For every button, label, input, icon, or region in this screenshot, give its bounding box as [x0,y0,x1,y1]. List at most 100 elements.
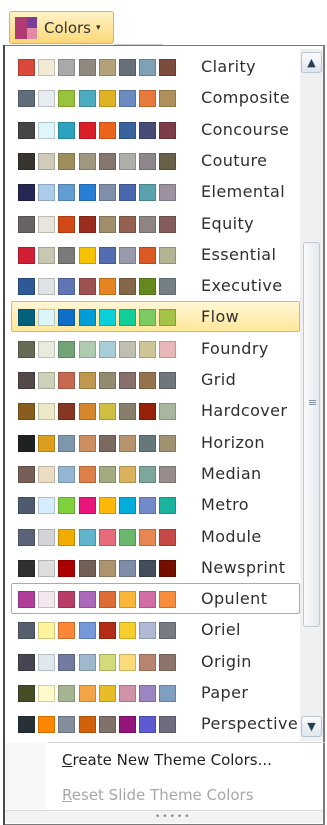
color-swatch [98,497,116,515]
theme-row-metro[interactable]: Metro [11,489,300,520]
theme-row-equity[interactable]: Equity [11,208,300,239]
color-swatch [18,215,35,233]
color-swatch [139,246,157,264]
theme-row-newsprint[interactable]: Newsprint [11,552,300,583]
color-swatch [98,215,116,233]
color-swatch [98,591,116,609]
theme-row-origin[interactable]: Origin [11,646,300,677]
theme-row-hardcover[interactable]: Hardcover [11,395,300,426]
color-swatch [18,497,35,515]
theme-row-perspective[interactable]: Perspective [11,708,300,739]
color-swatch [58,121,76,139]
theme-name: Essential [201,244,277,264]
color-swatch [159,184,177,202]
theme-colors-icon [15,16,37,39]
color-swatch [78,309,96,327]
color-swatch [38,685,56,702]
color-swatch [119,215,136,233]
color-swatch [119,653,136,671]
color-swatch [98,372,116,389]
color-swatch [139,653,157,671]
color-swatch [58,372,76,389]
theme-row-foundry[interactable]: Foundry [11,333,300,364]
color-swatch [119,309,136,327]
color-swatch [18,653,35,671]
color-swatch [78,591,96,609]
color-swatch [18,59,35,76]
theme-row-paper[interactable]: Paper [11,677,300,708]
color-swatch [38,246,56,264]
color-swatch [119,434,136,452]
theme-name: Paper [201,683,249,702]
theme-row-oriel[interactable]: Oriel [11,614,300,645]
color-swatch [78,528,96,546]
theme-row-module[interactable]: Module [11,521,300,552]
menu-icon-gutter [5,743,45,809]
color-swatch [38,716,56,734]
scroll-up-button[interactable]: ▲ [301,52,322,73]
color-swatch [139,434,157,452]
theme-name: Perspective [201,714,299,734]
theme-row-horizon[interactable]: Horizon [11,427,300,458]
color-swatch [18,403,35,421]
theme-name: Flow [201,307,240,327]
color-swatch [98,184,116,202]
color-swatch [78,184,96,202]
color-swatch [139,716,157,734]
color-swatch [38,152,56,170]
color-swatch [98,434,116,452]
theme-row-elemental[interactable]: Elemental [11,176,300,207]
color-swatch [58,622,76,640]
color-swatch [18,309,35,327]
color-swatch [78,246,96,264]
color-swatch [119,528,136,546]
theme-row-concourse[interactable]: Concourse [11,114,300,145]
color-swatch [18,184,35,202]
color-swatch [119,246,136,264]
color-swatch [159,559,177,577]
color-swatch [159,246,177,264]
scroll-down-button[interactable]: ▼ [301,716,322,737]
color-swatch [38,559,56,577]
resize-grip[interactable]: ••••• [5,810,323,823]
color-swatch [159,622,177,640]
theme-name: Composite [201,88,290,108]
color-swatch [58,497,76,515]
thumb-grip-line [309,400,316,401]
theme-row-essential[interactable]: Essential [11,239,300,270]
color-swatch [159,90,177,108]
theme-row-median[interactable]: Median [11,458,300,489]
theme-name: Equity [201,213,254,233]
theme-name: Executive [201,276,283,296]
color-swatch [18,121,35,139]
color-swatch [119,716,136,734]
theme-name: Newsprint [201,557,286,577]
theme-row-composite[interactable]: Composite [11,82,300,113]
color-swatch [119,152,136,170]
color-swatch [139,591,157,609]
colors-button-label: Colors [44,18,91,37]
theme-row-grid[interactable]: Grid [11,364,300,395]
color-swatch [98,90,116,108]
color-swatch [139,90,157,108]
scroll-thumb[interactable] [303,242,320,627]
theme-name: Horizon [201,432,265,452]
gallery-scrollbar[interactable]: ▲ ▼ [300,49,323,741]
color-swatch [139,121,157,139]
theme-name: Concourse [201,119,290,139]
color-swatch [139,497,157,515]
theme-row-clarity[interactable]: Clarity [11,51,300,82]
colors-dropdown-button[interactable]: Colors ▾ [9,11,114,44]
theme-row-opulent[interactable]: Opulent [11,583,300,615]
theme-name: Origin [201,651,252,671]
color-swatch [139,278,157,296]
color-swatch [18,716,35,734]
theme-row-flow[interactable]: Flow [11,301,300,333]
color-swatch [159,59,177,76]
create-new-theme-colors-item[interactable]: Create New Theme Colors... [62,751,272,769]
theme-row-executive[interactable]: Executive [11,270,300,301]
color-swatch [139,465,157,483]
color-swatch [18,622,35,640]
color-swatch [159,121,177,139]
theme-row-couture[interactable]: Couture [11,145,300,176]
